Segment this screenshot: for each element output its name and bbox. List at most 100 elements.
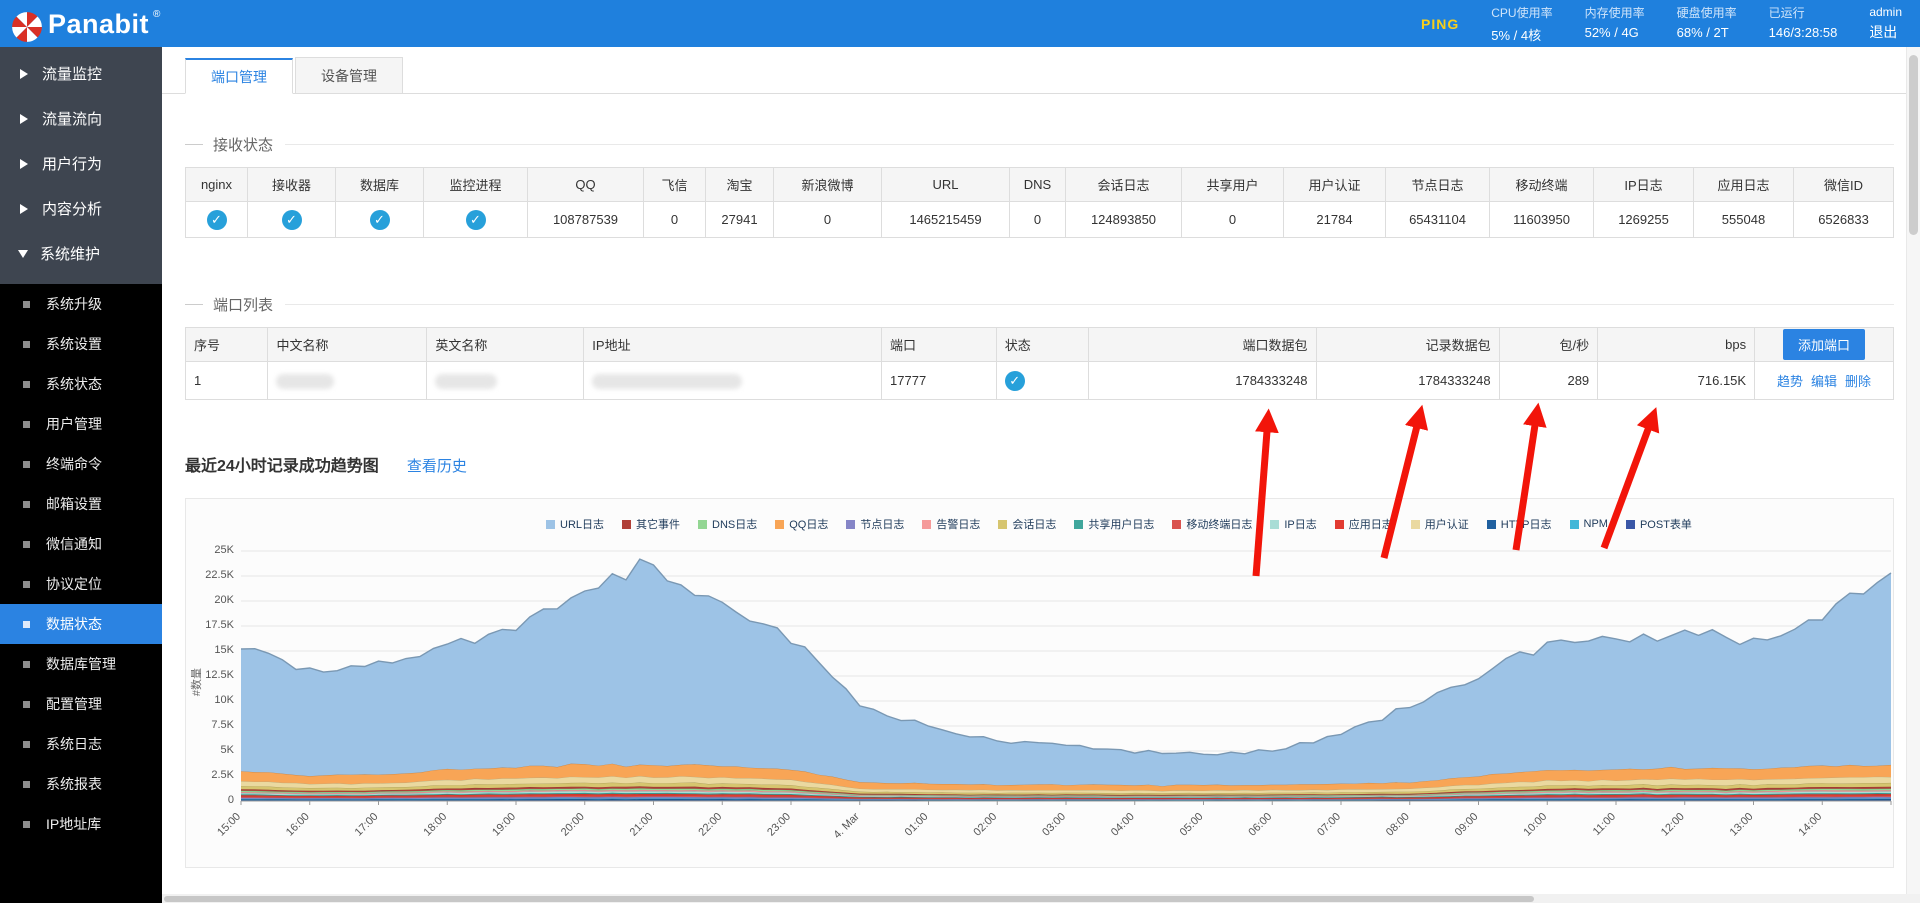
chevron-right-icon [20,159,28,169]
horizontal-scrollbar-thumb[interactable] [164,896,1534,902]
sidebar-item-8[interactable]: 数据状态 [0,604,162,644]
legend-item-7[interactable]: 共享用户日志 [1074,516,1154,532]
legend-item-3[interactable]: QQ日志 [775,516,828,532]
sidebar-group-1[interactable]: 流量流向 [0,96,162,141]
legend-item-8[interactable]: 移动终端日志 [1172,516,1252,532]
x-tick-label: 07:00 [1315,811,1343,839]
receive-col-header: 接收器 [248,168,336,202]
sidebar-item-6[interactable]: 微信通知 [0,524,162,564]
legend-item-0[interactable]: URL日志 [546,516,604,532]
receive-col-header: 移动终端 [1490,168,1594,202]
sidebar-group-label: 流量监控 [42,63,102,84]
sidebar-item-11[interactable]: 系统日志 [0,724,162,764]
success-chart-panel: URL日志 其它事件 DNS日志 QQ日志 节点日志 告警日志 会话日志 共享用户日志 移动终端… [185,498,1894,868]
receive-value-cell: 124893850 [1066,202,1182,238]
legend-item-1[interactable]: 其它事件 [622,516,680,532]
sidebar-group-3[interactable]: 内容分析 [0,186,162,231]
tab-port-management[interactable]: 端口管理 [185,58,293,94]
legend-item-12[interactable]: HTTP日志 [1487,516,1552,532]
tab-bar: 端口管理 设备管理 [162,57,1906,94]
legend-label: URL日志 [560,516,604,532]
port-col-header: IP地址 [584,328,882,362]
sidebar: 流量监控流量流向用户行为内容分析系统维护 系统升级系统设置系统状态用户管理终端命… [0,47,162,903]
sidebar-item-label: 系统状态 [46,374,102,394]
receive-col-header: 用户认证 [1284,168,1386,202]
legend-item-9[interactable]: IP日志 [1270,516,1316,532]
brand-name: Panabit [48,4,149,44]
legend-item-6[interactable]: 会话日志 [998,516,1056,532]
sidebar-item-7[interactable]: 协议定位 [0,564,162,604]
legend-item-14[interactable]: POST表单 [1626,516,1692,532]
trend-link[interactable]: 趋势 [1777,374,1803,389]
ping-button[interactable]: PING [1421,16,1459,32]
sidebar-item-1[interactable]: 系统设置 [0,324,162,364]
legend-swatch [622,520,631,529]
add-port-button[interactable]: 添加端口 [1783,329,1865,360]
port-list-section: 端口列表 序号中文名称英文名称IP地址端口状态端口数据包记录数据包包/秒bps添… [185,294,1894,400]
receive-col-header: 飞信 [644,168,706,202]
receive-col-header: 会话日志 [1066,168,1182,202]
legend-item-4[interactable]: 节点日志 [846,516,904,532]
legend-item-10[interactable]: 应用日志 [1335,516,1393,532]
chevron-down-icon [18,250,28,258]
bullet-icon [23,781,30,788]
sidebar-item-2[interactable]: 系统状态 [0,364,162,404]
bullet-icon [23,341,30,348]
redacted-cn-name [276,374,334,389]
stacked-area-chart: 15:0016:0017:0018:0019:0020:0021:0022:00… [241,551,1891,801]
legend-swatch [1335,520,1344,529]
brand-registered-mark: ® [153,9,160,20]
legend-label: 会话日志 [1012,516,1056,532]
sidebar-item-13[interactable]: IP地址库 [0,804,162,844]
legend-label: NPM [1584,518,1608,530]
legend-item-5[interactable]: 告警日志 [922,516,980,532]
sidebar-item-4[interactable]: 终端命令 [0,444,162,484]
sidebar-submenu: 系统升级系统设置系统状态用户管理终端命令邮箱设置微信通知协议定位数据状态数据库管… [0,284,162,844]
sidebar-item-9[interactable]: 数据库管理 [0,644,162,684]
y-tick-label: 0 [188,794,234,806]
sidebar-item-label: 终端命令 [46,454,102,474]
x-tick-label: 10:00 [1521,811,1549,839]
legend-item-2[interactable]: DNS日志 [698,516,757,532]
legend-item-13[interactable]: NPM [1570,518,1608,530]
sidebar-group-label: 用户行为 [42,153,102,174]
edit-link[interactable]: 编辑 [1811,374,1837,389]
receive-value-cell: 21784 [1284,202,1386,238]
sidebar-group-label: 流量流向 [42,108,102,129]
legend-item-11[interactable]: 用户认证 [1411,516,1469,532]
vertical-scrollbar[interactable] [1906,47,1920,903]
x-tick-label: 02:00 [971,811,999,839]
legend-label: 告警日志 [936,516,980,532]
port-col-header: bps [1598,328,1755,362]
x-tick-label: 15:00 [215,811,243,839]
area-series-URL日志 [241,559,1891,786]
sidebar-group-4[interactable]: 系统维护 [0,231,162,276]
sidebar-group-0[interactable]: 流量监控 [0,51,162,96]
sidebar-item-12[interactable]: 系统报表 [0,764,162,804]
logout-button[interactable]: 退出 [1869,22,1902,42]
stat-value: 68% / 2T [1677,25,1737,40]
sidebar-group-2[interactable]: 用户行为 [0,141,162,186]
receive-col-header: 应用日志 [1694,168,1794,202]
y-tick-label: 15K [188,644,234,656]
receive-value-cell: 0 [1010,202,1066,238]
legend-label: 节点日志 [860,516,904,532]
tab-device-management[interactable]: 设备管理 [295,57,403,93]
x-tick-label: 21:00 [628,811,656,839]
receive-value-cell: 65431104 [1386,202,1490,238]
delete-link[interactable]: 删除 [1845,374,1871,389]
vertical-scrollbar-thumb[interactable] [1909,55,1918,235]
redacted-en-name [435,374,497,389]
sidebar-item-0[interactable]: 系统升级 [0,284,162,324]
x-tick-label: 18:00 [421,811,449,839]
check-circle-icon: ✓ [1005,371,1025,391]
x-tick-label: 4. Mar [831,810,862,841]
horizontal-scrollbar[interactable] [162,894,1920,903]
sidebar-item-3[interactable]: 用户管理 [0,404,162,444]
sidebar-item-10[interactable]: 配置管理 [0,684,162,724]
sidebar-item-label: 系统升级 [46,294,102,314]
receive-value-cell: 0 [774,202,882,238]
legend-swatch [1487,520,1496,529]
success-view-history-link[interactable]: 查看历史 [407,455,467,476]
sidebar-item-5[interactable]: 邮箱设置 [0,484,162,524]
